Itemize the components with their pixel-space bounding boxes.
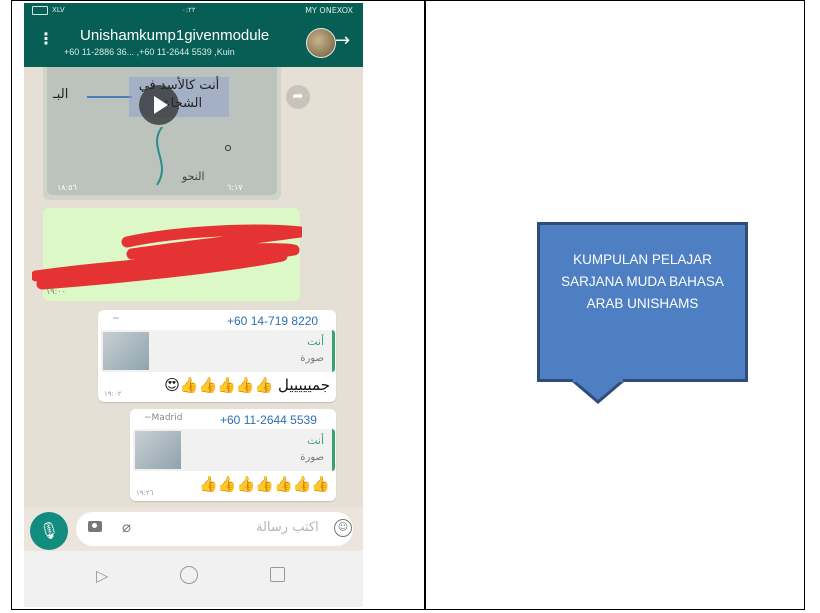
quoted-message[interactable]: أنت صورة — [101, 330, 335, 372]
incoming-message[interactable]: ~Madrid +60 11-2644 5539 أنت صورة ١٩:٢٦ … — [130, 409, 336, 501]
diagram-dot — [225, 145, 231, 151]
camera-icon[interactable] — [88, 521, 102, 532]
nav-home-icon[interactable] — [180, 566, 198, 584]
sender-name: ~ — [112, 314, 120, 324]
quoted-message[interactable]: أنت صورة — [133, 429, 335, 471]
video-left-text: البـ — [53, 87, 69, 102]
diagram-line — [87, 96, 132, 98]
mic-icon[interactable]: 🎙 — [30, 512, 68, 550]
redacted-time: ١٩:٠٠ — [46, 287, 66, 296]
status-bar: XLV ٠:٢٢ MY ONEXOX — [24, 3, 363, 19]
message-input[interactable]: ⌀ اكتب رسالة ☺ — [76, 512, 353, 546]
status-left: XLV — [52, 6, 65, 14]
phone-screenshot: XLV ٠:٢٢ MY ONEXOX ⋮ Unishamkump1givenmo… — [24, 3, 363, 607]
video-time: ١٨:٥٦ — [57, 183, 77, 192]
callout-box: KUMPULAN PELAJAR SARJANA MUDA BAHASA ARA… — [537, 222, 748, 382]
sender-number[interactable]: +60 14-719 8220 — [227, 314, 318, 328]
table-divider — [424, 0, 426, 610]
message-text: جميييييل 👍👍👍👍👍😍 — [164, 376, 330, 394]
video-bottom-text: النحو — [182, 170, 205, 183]
android-nav-bar: ▷ — [24, 551, 363, 607]
chat-title[interactable]: Unishamkump1givenmodule — [80, 27, 269, 44]
battery-icon — [32, 6, 48, 15]
video-message[interactable]: البـ أنت كالأسد في الشجاعة النحو ١٨:٥٦ ٦… — [43, 67, 281, 200]
nav-back-icon[interactable]: ▷ — [96, 566, 108, 585]
message-text: 👍👍👍👍👍👍👍 — [199, 475, 330, 493]
quote-author: أنت — [307, 335, 324, 348]
redaction-scribble — [32, 224, 302, 290]
quote-type: صورة — [300, 353, 324, 364]
attach-icon[interactable]: ⌀ — [122, 518, 131, 536]
video-duration: ٦:١٧ — [227, 183, 243, 192]
chat-participants[interactable]: +60 11-2886 36... ,+60 11-2644 5539 ,Kui… — [64, 47, 235, 57]
sender-number[interactable]: +60 11-2644 5539 — [220, 413, 317, 427]
quote-thumbnail — [103, 332, 149, 370]
incoming-message[interactable]: ~ +60 14-719 8220 أنت صورة ١٩:٠٢ جمييييي… — [98, 310, 336, 402]
callout-text: KUMPULAN PELAJAR SARJANA MUDA BAHASA ARA… — [561, 252, 724, 311]
nav-recents-icon[interactable] — [270, 567, 285, 582]
kebab-menu-icon[interactable]: ⋮ — [38, 31, 54, 47]
message-time: ١٩:٢٦ — [136, 489, 154, 497]
play-icon[interactable] — [139, 85, 179, 125]
callout-tail — [569, 379, 628, 404]
message-time: ١٩:٠٢ — [104, 390, 122, 398]
quote-type: صورة — [300, 452, 324, 463]
quote-author: أنت — [307, 434, 324, 447]
emoji-icon[interactable]: ☺ — [334, 519, 352, 537]
status-carrier: MY ONEXOX — [305, 6, 353, 15]
group-avatar[interactable] — [306, 28, 336, 58]
video-thumbnail[interactable]: البـ أنت كالأسد في الشجاعة النحو ١٨:٥٦ ٦… — [47, 67, 277, 195]
diagram-curve — [156, 127, 163, 186]
chat-header: ⋮ Unishamkump1givenmodule +60 11-2886 36… — [24, 19, 363, 67]
message-placeholder[interactable]: اكتب رسالة — [256, 520, 319, 535]
quote-thumbnail — [135, 431, 181, 469]
status-time: ٠:٢٢ — [182, 6, 196, 14]
sender-name: ~Madrid — [144, 413, 183, 423]
arrow-right-icon[interactable]: → — [335, 30, 350, 51]
forward-icon[interactable]: ➦ — [286, 85, 310, 109]
